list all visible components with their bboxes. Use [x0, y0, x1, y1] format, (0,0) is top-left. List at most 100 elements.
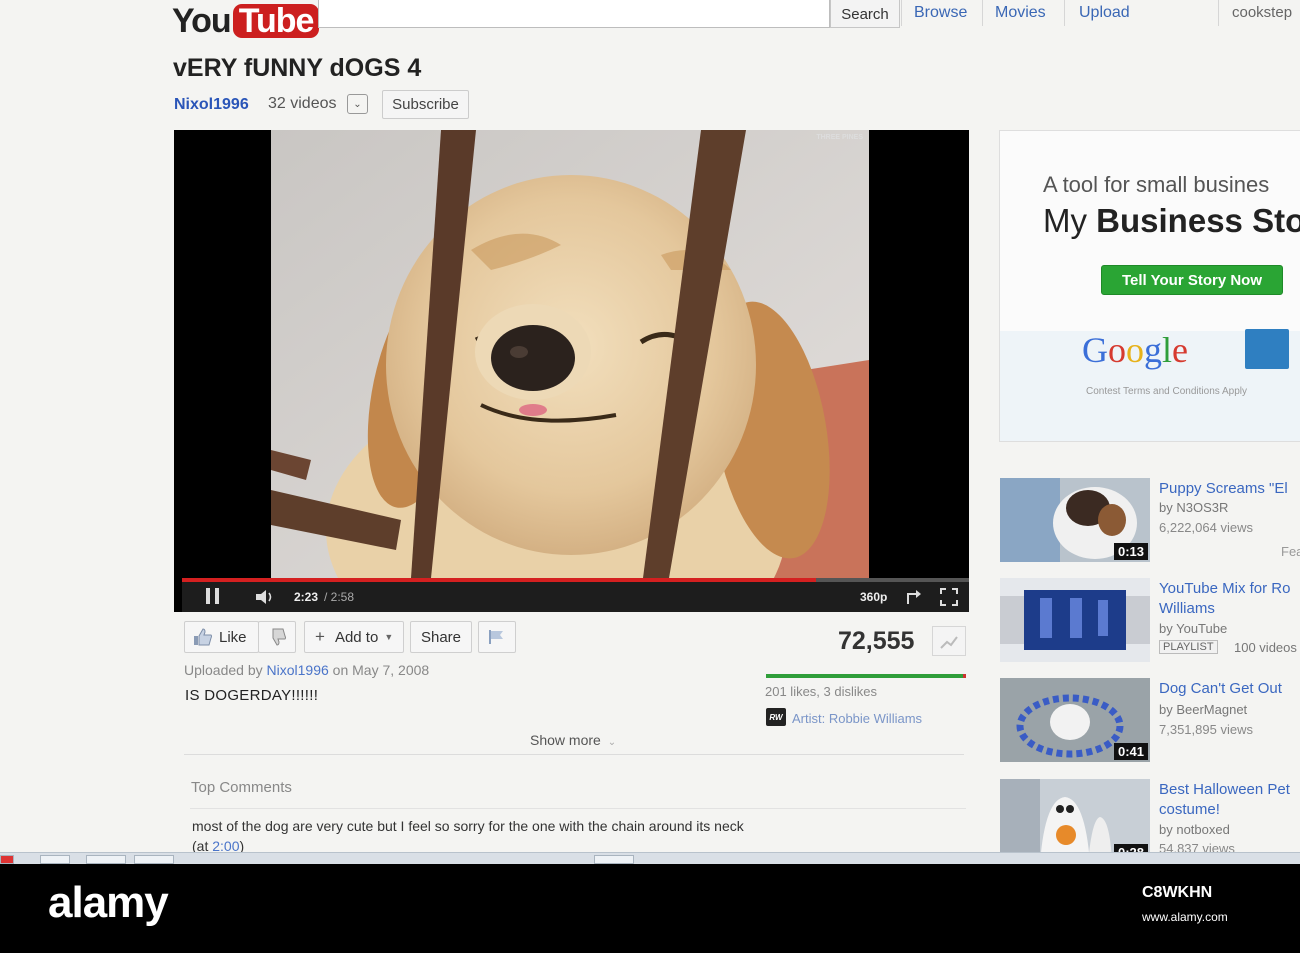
related-channel: by N3OS3R: [1159, 500, 1229, 515]
show-more-label: Show more: [530, 732, 601, 748]
nav-divider: [982, 0, 983, 26]
stock-image-id: C8WKHN: [1142, 884, 1213, 901]
subscribe-button[interactable]: Subscribe: [382, 90, 469, 119]
related-title-line: Best Halloween Pet: [1159, 781, 1290, 798]
like-ratio-bar: [766, 674, 966, 678]
related-title[interactable]: Best Halloween Pet costume!: [1159, 780, 1290, 820]
related-title[interactable]: Puppy Screams "El: [1159, 479, 1288, 499]
related-video[interactable]: 0:13 Puppy Screams "El by N3OS3R 6,222,0…: [1000, 478, 1300, 564]
video-duration: 0:41: [1113, 743, 1148, 760]
start-button[interactable]: [0, 855, 14, 864]
youtube-logo[interactable]: You Tube: [172, 0, 320, 40]
related-title[interactable]: Dog Can't Get Out: [1159, 679, 1282, 699]
related-video[interactable]: 0:41 Dog Can't Get Out by BeerMagnet 7,3…: [1000, 678, 1300, 764]
chevron-down-icon[interactable]: ⌄: [347, 94, 368, 114]
taskbar-item[interactable]: [134, 855, 174, 864]
ad-title-prefix: My: [1043, 202, 1087, 239]
quality-button[interactable]: 360p: [860, 590, 887, 604]
share-button[interactable]: Share: [410, 621, 472, 653]
search-button[interactable]: Search: [830, 0, 900, 28]
caret-down-icon: ▼: [384, 632, 394, 642]
related-featured-label: Fea: [1281, 544, 1300, 559]
logo-you-text: You: [172, 2, 232, 40]
chart-icon: [940, 636, 958, 649]
like-button[interactable]: Like: [184, 621, 259, 653]
related-views: 6,222,064 views: [1159, 520, 1253, 535]
artist-badge-icon: RW: [766, 708, 786, 726]
related-video[interactable]: 0:28 Best Halloween Pet costume! by notb…: [1000, 779, 1300, 862]
stock-url: www.alamy.com: [1142, 910, 1228, 924]
ad-fineprint: Contest Terms and Conditions Apply: [1086, 386, 1248, 397]
username-link[interactable]: cookstep: [1232, 4, 1292, 21]
video-frame[interactable]: THREE PINES: [271, 130, 869, 578]
related-title-line: YouTube Mix for Ro: [1159, 580, 1291, 597]
nav-divider: [1064, 0, 1065, 26]
nav-divider: [901, 0, 902, 26]
channel-name-link[interactable]: Nixol1996: [174, 96, 249, 114]
related-channel: by notboxed: [1159, 822, 1230, 837]
time-current: 2:23: [294, 590, 319, 604]
photo-banner: [0, 864, 1300, 953]
video-duration: 0:13: [1113, 543, 1148, 560]
fullscreen-icon[interactable]: [940, 588, 958, 606]
taskbar-item[interactable]: [40, 855, 70, 864]
time-total: / 2:58: [324, 590, 355, 604]
artist-link[interactable]: Artist: Robbie Williams: [792, 711, 922, 726]
taskbar-item[interactable]: [594, 855, 634, 864]
like-label: Like: [219, 628, 247, 646]
nav-browse[interactable]: Browse: [914, 4, 967, 22]
google-logo: Google: [1082, 330, 1188, 370]
related-thumbnail[interactable]: [1000, 578, 1150, 662]
related-thumbnail[interactable]: 0:13: [1000, 478, 1150, 562]
taskbar-item[interactable]: [86, 855, 126, 864]
add-to-label: Add to: [334, 628, 379, 646]
video-description: IS DOGERDAY!!!!!!: [185, 687, 319, 704]
nav-upload[interactable]: Upload: [1079, 4, 1130, 22]
dislike-ratio-segment: [963, 674, 966, 678]
plus-icon: +: [315, 627, 325, 646]
divider: [190, 808, 966, 809]
video-player[interactable]: THREE PINES 2:23 / 2:58 360p: [174, 130, 969, 612]
browser-page: You Tube Search Browse Movies Upload coo…: [0, 0, 1300, 862]
add-to-button[interactable]: + Add to ▼: [304, 621, 404, 653]
comments-heading: Top Comments: [191, 779, 292, 796]
show-more-button[interactable]: Show more ⌄: [530, 732, 616, 748]
related-channel: by YouTube: [1159, 621, 1228, 636]
ad-title-bold: Business Sto: [1096, 202, 1300, 239]
uploader-link[interactable]: Nixol1996: [267, 662, 329, 678]
nav-divider: [1218, 0, 1219, 26]
video-count: 32 videos: [268, 95, 337, 112]
volume-icon[interactable]: [254, 588, 276, 606]
playlist-badge: PLAYLIST: [1159, 640, 1218, 654]
uploaded-prefix: Uploaded by: [184, 662, 263, 678]
video-title: vERY fUNNY dOGS 4: [173, 54, 422, 82]
player-controls: 2:23 / 2:58 360p: [182, 582, 969, 612]
pause-icon[interactable]: [206, 588, 220, 604]
ad-cta-button[interactable]: Tell Your Story Now: [1101, 265, 1283, 295]
divider: [184, 754, 964, 755]
comment-text: most of the dog are very cute but I feel…: [192, 818, 744, 854]
related-title-line: costume!: [1159, 801, 1220, 818]
nav-movies[interactable]: Movies: [995, 4, 1046, 22]
stock-logo: alamy: [48, 878, 169, 927]
related-playlist[interactable]: YouTube Mix for Ro Williams by YouTube P…: [1000, 578, 1300, 664]
thumbs-up-icon: [194, 628, 212, 646]
search-input[interactable]: [318, 0, 830, 28]
related-channel: by BeerMagnet: [1159, 702, 1248, 717]
ad-title: My Business Sto: [1043, 202, 1300, 240]
stats-button[interactable]: [932, 626, 966, 656]
uploaded-date: on May 7, 2008: [332, 662, 430, 678]
related-title[interactable]: YouTube Mix for Ro Williams: [1159, 579, 1290, 619]
os-taskbar: [0, 852, 1300, 864]
dislike-button[interactable]: [258, 621, 296, 653]
popout-icon[interactable]: [904, 588, 922, 606]
comment-body: most of the dog are very cute but I feel…: [192, 816, 752, 856]
flag-icon: [489, 630, 503, 644]
ad-headline: A tool for small busines: [1043, 172, 1270, 197]
view-count: 72,555: [838, 627, 915, 655]
playlist-thumbnail-image: [1000, 578, 1150, 662]
related-thumbnail[interactable]: 0:28: [1000, 779, 1150, 862]
advertisement[interactable]: A tool for small busines My Business Sto…: [999, 130, 1300, 442]
flag-button[interactable]: [478, 621, 516, 653]
related-thumbnail[interactable]: 0:41: [1000, 678, 1150, 762]
